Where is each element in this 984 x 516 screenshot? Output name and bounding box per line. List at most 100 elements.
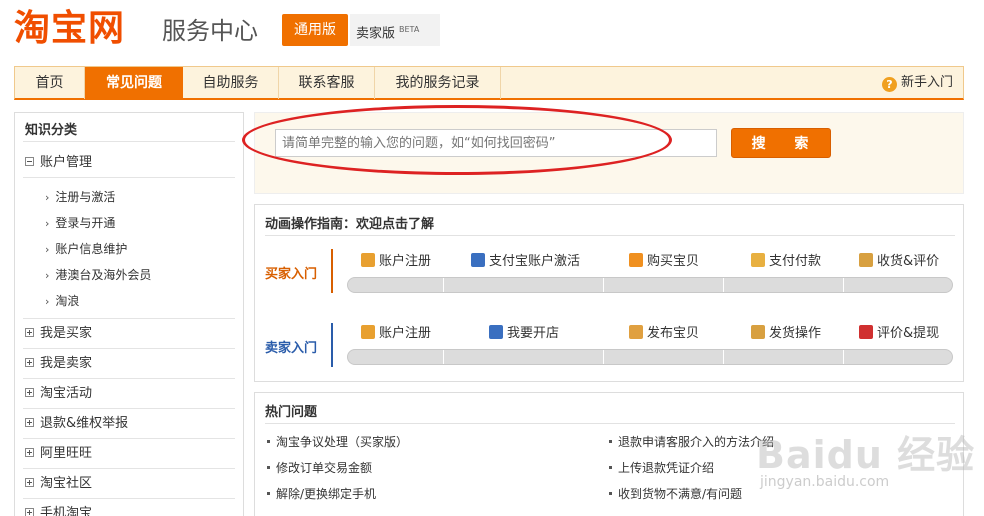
nav-self-service[interactable]: 自助服务 — [183, 67, 279, 99]
progress-divider — [443, 278, 444, 292]
nav-contact-support[interactable]: 联系客服 — [279, 67, 375, 99]
sidebar-item-events[interactable]: 淘宝活动 — [25, 384, 92, 404]
expand-icon — [25, 508, 34, 516]
step-label: 购买宝贝 — [647, 254, 700, 269]
sidebar-item-label: 阿里旺旺 — [40, 446, 93, 461]
progress-divider — [603, 350, 604, 364]
hot-question-link[interactable]: 上传退款凭证介绍 — [609, 459, 714, 477]
progress-divider — [843, 278, 844, 292]
nav-home[interactable]: 首页 — [15, 67, 85, 99]
subitem-label: 淘浪 — [55, 294, 80, 308]
step-label: 我要开店 — [507, 326, 560, 341]
step-label: 账户注册 — [379, 254, 432, 269]
sidebar-item-label: 我是买家 — [40, 326, 93, 341]
shield-icon — [471, 253, 485, 267]
nav-service-records[interactable]: 我的服务记录 — [375, 67, 501, 99]
divider — [265, 423, 955, 424]
divider — [23, 348, 235, 349]
hot-question-link[interactable]: 淘宝争议处理（买家版） — [267, 433, 408, 451]
question-text: 淘宝争议处理（买家版） — [276, 435, 409, 449]
search-input[interactable] — [275, 129, 717, 157]
hot-question-link[interactable]: 退款申请客服介入的方法介绍 — [609, 433, 774, 451]
seller-step-publish[interactable]: 发布宝贝 — [629, 325, 699, 343]
buyer-step-alipay[interactable]: 支付宝账户激活 — [471, 253, 580, 271]
seller-accent-bar — [331, 323, 333, 367]
divider — [23, 177, 235, 178]
hot-questions-title: 热门问题 — [265, 405, 318, 420]
subitem-label: 账户信息维护 — [55, 242, 128, 256]
divider — [23, 468, 235, 469]
step-label: 支付宝账户激活 — [489, 254, 581, 269]
divider — [23, 141, 235, 142]
divider — [23, 318, 235, 319]
bullet — [267, 466, 270, 469]
bullet — [609, 466, 612, 469]
buyer-step-review[interactable]: 收货&评价 — [859, 253, 939, 271]
expand-icon — [25, 478, 34, 487]
collapse-icon — [25, 157, 34, 166]
seller-version-tab[interactable]: 卖家版 BETA — [350, 14, 440, 46]
seller-step-register[interactable]: 账户注册 — [361, 325, 431, 343]
buyer-accent-bar — [331, 249, 333, 293]
subitem-label: 注册与激活 — [55, 190, 116, 204]
buyer-step-purchase[interactable]: 购买宝贝 — [629, 253, 699, 271]
step-label: 支付付款 — [769, 254, 822, 269]
sidebar-subitem[interactable]: › 登录与开通 — [45, 214, 115, 232]
sidebar-subitem[interactable]: › 注册与激活 — [45, 188, 115, 206]
seller-step-withdraw[interactable]: 评价&提现 — [859, 325, 939, 343]
expand-icon — [25, 448, 34, 457]
seller-step-open-shop[interactable]: 我要开店 — [489, 325, 559, 343]
progress-divider — [723, 278, 724, 292]
sidebar-item-refund[interactable]: 退款&维权举报 — [25, 414, 128, 434]
progress-divider — [603, 278, 604, 292]
hot-question-link[interactable]: 解除/更换绑定手机 — [267, 485, 376, 503]
user-icon — [361, 253, 375, 267]
nav-faq[interactable]: 常见问题 — [85, 67, 183, 99]
divider — [23, 498, 235, 499]
animation-guide-panel: 动画操作指南：欢迎点击了解 买家入门 账户注册 支付宝账户激活 购买宝贝 支付付… — [254, 204, 964, 382]
step-label: 发布宝贝 — [647, 326, 700, 341]
question-text: 解除/更换绑定手机 — [276, 487, 377, 501]
chevron-right-icon: › — [45, 217, 50, 230]
cart-icon — [629, 253, 643, 267]
service-center-title: 服务中心 — [162, 17, 258, 45]
guide-title: 动画操作指南：欢迎点击了解 — [265, 217, 435, 232]
chevron-right-icon: › — [45, 269, 50, 282]
sidebar-item-mobile[interactable]: 手机淘宝 — [25, 504, 92, 516]
search-button[interactable]: 搜 索 — [731, 128, 831, 158]
expand-icon — [25, 418, 34, 427]
question-icon: ? — [881, 77, 897, 92]
hot-questions-panel: 热门问题 淘宝争议处理（买家版） 修改订单交易金额 解除/更换绑定手机 退款申请… — [254, 392, 964, 516]
sidebar-subitem[interactable]: › 港澳台及海外会员 — [45, 266, 151, 284]
beginner-guide-link[interactable]: ? 新手入门 — [881, 67, 953, 99]
sidebar-subitem[interactable]: › 账户信息维护 — [45, 240, 127, 258]
sidebar-item-community[interactable]: 淘宝社区 — [25, 474, 92, 494]
step-label: 账户注册 — [379, 326, 432, 341]
sidebar-item-account[interactable]: 账户管理 — [25, 153, 92, 173]
user-icon — [361, 325, 375, 339]
sidebar-item-seller[interactable]: 我是卖家 — [25, 354, 92, 374]
sidebar-heading: 知识分类 — [25, 123, 78, 138]
knowledge-sidebar: 知识分类 账户管理 › 注册与激活 › 登录与开通 › 账户信息维护 › 港澳台及海外会… — [14, 112, 244, 516]
beta-badge: BETA — [399, 25, 420, 34]
sidebar-subitem[interactable]: › 淘浪 — [45, 292, 79, 310]
progress-divider — [843, 350, 844, 364]
chevron-right-icon: › — [45, 243, 50, 256]
buyer-progress-track — [347, 277, 953, 293]
sidebar-item-label: 我是卖家 — [40, 356, 93, 371]
divider — [23, 438, 235, 439]
buyer-step-register[interactable]: 账户注册 — [361, 253, 431, 271]
bullet — [267, 440, 270, 443]
sidebar-item-label: 退款&维权举报 — [40, 416, 129, 431]
hot-question-link[interactable]: 收到货物不满意/有问题 — [609, 485, 742, 503]
bullet — [609, 492, 612, 495]
hot-question-link[interactable]: 修改订单交易金额 — [267, 459, 372, 477]
sidebar-item-buyer[interactable]: 我是买家 — [25, 324, 92, 344]
buyer-step-payment[interactable]: 支付付款 — [751, 253, 821, 271]
general-version-tab[interactable]: 通用版 — [282, 14, 348, 46]
bullet — [609, 440, 612, 443]
seller-intro-label: 卖家入门 — [265, 341, 318, 356]
sidebar-item-wangwang[interactable]: 阿里旺旺 — [25, 444, 92, 464]
taobao-logo[interactable]: 淘宝网 — [14, 6, 125, 52]
seller-step-ship[interactable]: 发货操作 — [751, 325, 821, 343]
